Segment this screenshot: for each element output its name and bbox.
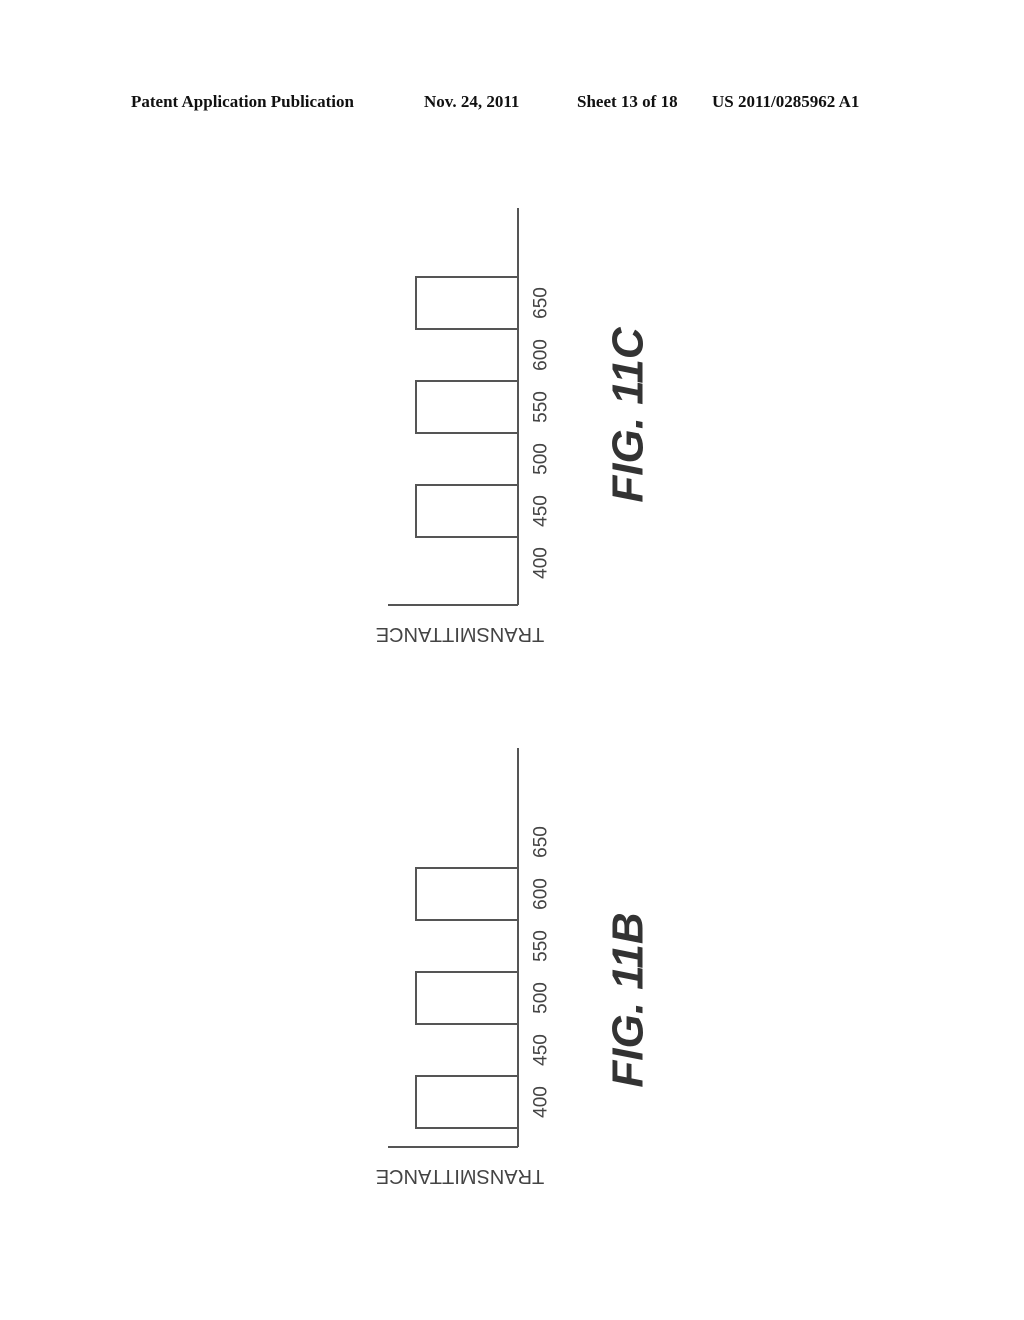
fig11c-tick-label: 400 [531,547,552,579]
fig11b-tick-label: 650 [531,826,552,858]
fig11c-tick-label: 500 [531,443,552,475]
fig11c-tick-label: 650 [531,287,552,319]
fig11b-figure-title: FIG. 11B [604,912,653,1087]
fig11b-tick-label: 550 [531,930,552,962]
fig11c-tick-label: 550 [531,391,552,423]
fig11b-passband-3 [415,867,518,921]
figure-canvas: 400 450 500 550 600 650 TRANSMITTANCE FIG. 11C 4… [376,208,653,1187]
fig11c-passband-3 [415,276,518,330]
fig11b-passband-2 [415,971,518,1025]
fig11c-passband-1 [415,484,518,538]
fig11b-tick-label: 450 [531,1034,552,1066]
fig11b-y-axis-label: TRANSMITTANCE [376,1165,545,1187]
fig11b-passband-1 [415,1075,518,1129]
fig11b-tick-label: 500 [531,982,552,1014]
fig11c-tick-label: 450 [531,495,552,527]
fig11b-tick-label: 400 [531,1086,552,1118]
fig11c-tick-label: 600 [531,339,552,371]
fig11c-figure-title: FIG. 11C [604,326,653,502]
fig11c-y-axis-label: TRANSMITTANCE [376,623,545,645]
fig11c-passband-2 [415,380,518,434]
fig11b-tick-label: 600 [531,878,552,910]
